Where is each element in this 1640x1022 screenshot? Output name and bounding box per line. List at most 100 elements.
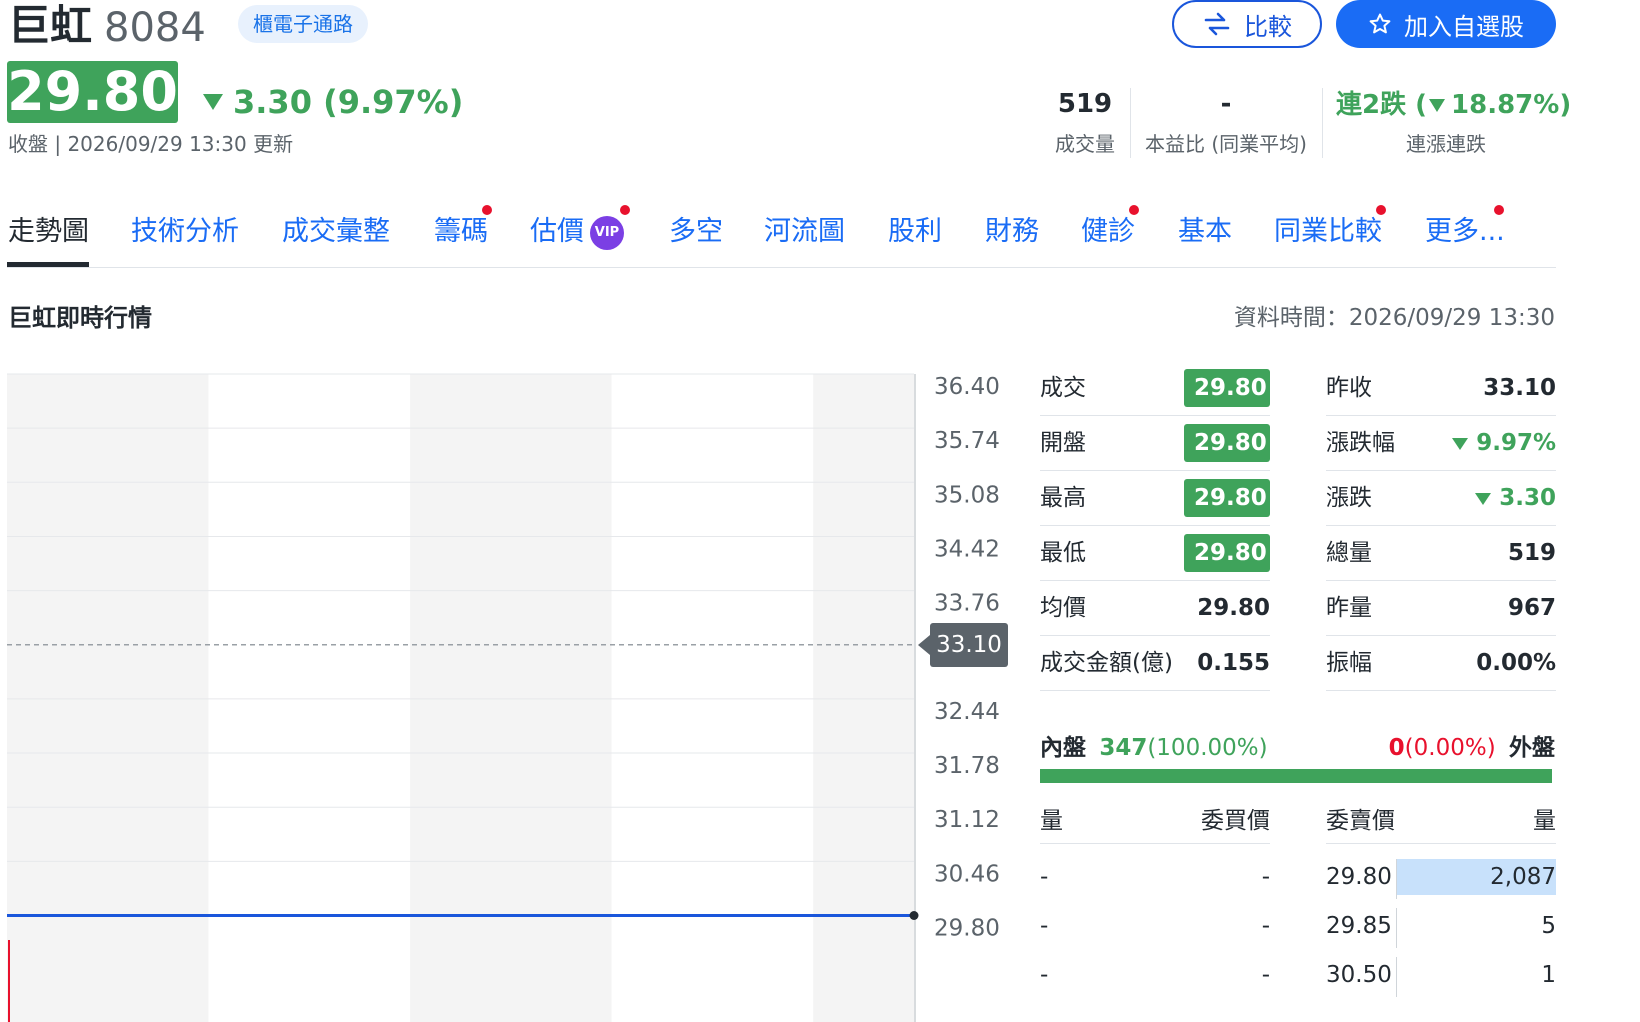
outer-value: 0 [1388,735,1405,761]
streak-value-pct: 18.87%) [1451,90,1572,120]
ask-volume: 5 [1541,913,1556,939]
price-change: 3.30 (9.97%) [203,82,463,122]
y-tick-label: 35.74 [934,428,1000,454]
ask-volume: 1 [1541,962,1556,988]
divider [1040,525,1270,526]
stock-code: 8084 [104,5,206,51]
tab-financials[interactable]: 財務 [985,214,1039,250]
tab-dividend[interactable]: 股利 [888,214,942,250]
bid-price: - [1261,864,1270,890]
tab-long-short[interactable]: 多空 [669,214,723,250]
quote-label: 漲跌幅 [1326,430,1395,456]
vip-badge: VIP [590,215,624,250]
divider [1326,580,1556,581]
y-tick-label: 35.08 [934,482,1000,508]
tab-chips[interactable]: 籌碼 [434,214,488,250]
quote-value: 29.80 [1184,479,1270,517]
quote-value: 0.155 [1197,650,1270,676]
notification-dot [482,205,492,215]
quote-value: 29.80 [1184,424,1270,462]
quote-value: 29.80 [1184,369,1270,407]
quote-label: 成交 [1040,375,1086,401]
data-time: 資料時間：2026/09/29 13:30 [1233,305,1555,331]
tab-river-chart[interactable]: 河流圖 [764,214,845,250]
tab-trend[interactable]: 走勢圖 [8,214,89,250]
y-tick-label: 36.40 [934,374,1000,400]
pe-value: - [1220,89,1232,119]
order-book-separator [1396,859,1397,899]
bid-price: - [1261,913,1270,939]
section-title: 巨虹即時行情 [8,304,152,332]
inner-value: 347 [1099,735,1148,761]
tab-valuation[interactable]: 估價 VIP [530,214,624,250]
ask-volume-header: 量 [1533,808,1556,834]
y-tick-label: 32.44 [934,699,1000,725]
quote-label: 昨量 [1326,595,1372,621]
divider [1040,635,1270,636]
down-arrow-icon [1452,437,1469,450]
bid-volume-header: 量 [1040,808,1063,834]
inner-ratio-fill [1040,769,1552,783]
volume-label: 成交量 [1055,132,1115,156]
y-tick-label: 30.46 [934,861,1000,887]
quote-value: 0.00% [1420,648,1556,678]
order-book-separator [1396,957,1397,997]
tab-health[interactable]: 健診 [1081,214,1135,250]
star-icon [1369,13,1391,34]
current-price: 29.80 [7,60,178,123]
quote-label: 均價 [1040,595,1086,621]
notification-dot [1494,205,1504,215]
quote-value-text: 9.97% [1476,430,1556,456]
divider [1326,690,1556,691]
add-watchlist-label: 加入自選股 [1404,12,1524,41]
quote-label: 昨收 [1326,375,1372,401]
divider [1040,415,1270,416]
last-price-point [909,911,919,920]
update-time: 收盤 | 2026/09/29 13:30 更新 [8,132,294,156]
quote-value: 519 [1420,538,1556,568]
notification-dot [1129,205,1139,215]
chart-time-band [410,374,612,1022]
chart-time-bands [7,374,914,1022]
sector-tag[interactable]: 櫃電子通路 [238,5,368,43]
stat-divider [1322,88,1323,158]
bid-volume: - [1040,962,1049,988]
quote-value-text: 967 [1507,595,1556,621]
add-watchlist-button[interactable]: 加入自選股 [1336,0,1556,48]
quote-value-text: 33.10 [1483,375,1556,401]
quote-value: 29.80 [1184,534,1270,572]
tab-more[interactable]: 更多... [1425,214,1505,250]
quote-label: 總量 [1326,540,1372,566]
divider [1040,690,1270,691]
quote-label: 振幅 [1326,650,1372,676]
chart-time-band [7,374,209,1022]
y-tick-label: 31.12 [934,807,1000,833]
order-book-separator [1396,908,1397,948]
volume-value: 519 [1057,89,1113,119]
stock-name: 巨虹 [8,1,93,50]
streak-label: 連漲連跌 [1406,132,1486,156]
bid-volume: - [1040,864,1049,890]
compare-label: 比較 [1244,12,1292,41]
ask-price: 29.80 [1326,864,1392,890]
tab-technical[interactable]: 技術分析 [131,214,239,250]
divider [1326,525,1556,526]
inner-trade: 內盤 347(100.00%) [1040,733,1268,763]
y-tick-label: 29.80 [934,916,1000,942]
compare-button[interactable]: 比較 [1172,0,1322,48]
tab-peer-compare[interactable]: 同業比較 [1274,214,1382,250]
tab-trades[interactable]: 成交彙整 [282,214,390,250]
tab-valuation-label: 估價 [530,216,584,247]
divider [1040,470,1270,471]
tabs-divider [7,267,1556,268]
streak-value-prefix: 連2跌 ( [1336,90,1428,120]
quote-value: 9.97% [1420,428,1556,458]
ask-volume: 2,087 [1490,864,1556,890]
tab-basic[interactable]: 基本 [1178,214,1232,250]
price-chart[interactable]: 36.40 35.74 35.08 34.42 33.76 32.44 31.78 31.12… [0,370,1020,1022]
inner-label: 內盤 [1040,735,1086,761]
quote-value: 3.30 [1420,483,1556,513]
outer-trade: 0(0.00%) 外盤 [1389,733,1555,763]
bid-price: - [1261,962,1270,988]
inner-outer-ratio-bar [1040,769,1552,783]
